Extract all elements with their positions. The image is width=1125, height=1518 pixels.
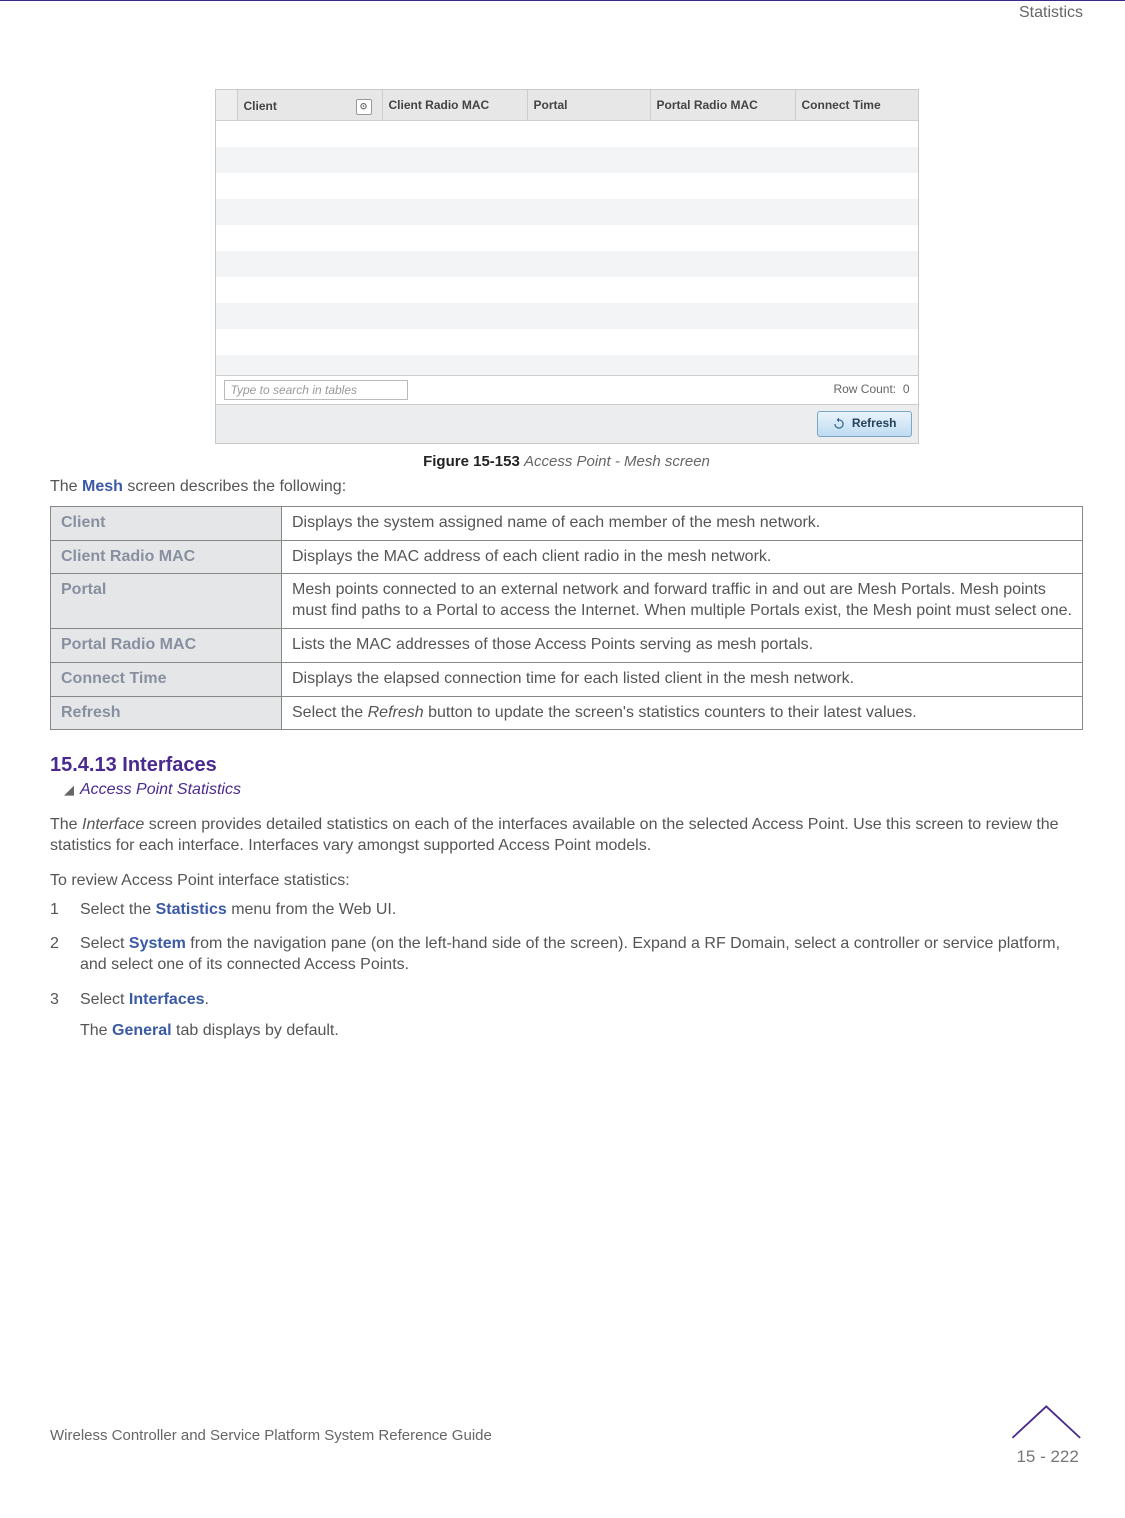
- table-row: ClientDisplays the system assigned name …: [51, 506, 1083, 540]
- sort-icon: ⊙: [356, 99, 372, 115]
- mesh-screenshot: Client ⊙ Client Radio MAC Portal Portal …: [215, 89, 919, 444]
- table-search-bar: Row Count: 0: [216, 375, 918, 405]
- col-header-connect-time[interactable]: Connect Time: [796, 90, 918, 120]
- figure-caption: Figure 15-153 Access Point - Mesh screen: [50, 452, 1083, 472]
- body-paragraph-2: To review Access Point interface statist…: [50, 871, 1083, 892]
- step-3: 3Select Interfaces. The General tab disp…: [50, 990, 1083, 1042]
- body-paragraph-1: The Interface screen provides detailed s…: [50, 815, 1083, 857]
- table-row: Connect TimeDisplays the elapsed connect…: [51, 662, 1083, 696]
- step-1: 1Select the Statistics menu from the Web…: [50, 900, 1083, 921]
- table-header-row: Client ⊙ Client Radio MAC Portal Portal …: [216, 90, 918, 121]
- breadcrumb-arrow-icon: ◢: [64, 782, 74, 799]
- col-header-client[interactable]: Client ⊙: [238, 90, 383, 120]
- table-row: RefreshSelect the Refresh button to upda…: [51, 696, 1083, 730]
- refresh-button[interactable]: Refresh: [817, 411, 912, 437]
- row-count: Row Count: 0: [833, 382, 909, 398]
- table-row: Client Radio MACDisplays the MAC address…: [51, 540, 1083, 574]
- section-heading: 15.4.13 Interfaces: [50, 752, 1083, 778]
- col-header-portal-radio-mac[interactable]: Portal Radio MAC: [651, 90, 796, 120]
- table-row: PortalMesh points connected to an extern…: [51, 574, 1083, 629]
- search-input[interactable]: [224, 380, 408, 400]
- col-header-portal[interactable]: Portal: [528, 90, 651, 120]
- col-header-client-radio-mac[interactable]: Client Radio MAC: [383, 90, 528, 120]
- refresh-icon: [832, 417, 846, 431]
- table-row: Portal Radio MACLists the MAC addresses …: [51, 629, 1083, 663]
- table-body-empty: [216, 121, 918, 375]
- page-footer: Wireless Controller and Service Platform…: [50, 1404, 1083, 1468]
- steps-list: 1Select the Statistics menu from the Web…: [50, 900, 1083, 1042]
- section-header: Statistics: [1019, 3, 1083, 24]
- page-number-box: 15 - 222: [1010, 1404, 1083, 1468]
- field-description-table: ClientDisplays the system assigned name …: [50, 506, 1083, 731]
- footer-title: Wireless Controller and Service Platform…: [50, 1426, 492, 1446]
- breadcrumb: ◢Access Point Statistics: [50, 778, 1083, 801]
- intro-paragraph: The Mesh screen describes the following:: [50, 477, 1083, 498]
- step-2: 2Select System from the navigation pane …: [50, 934, 1083, 976]
